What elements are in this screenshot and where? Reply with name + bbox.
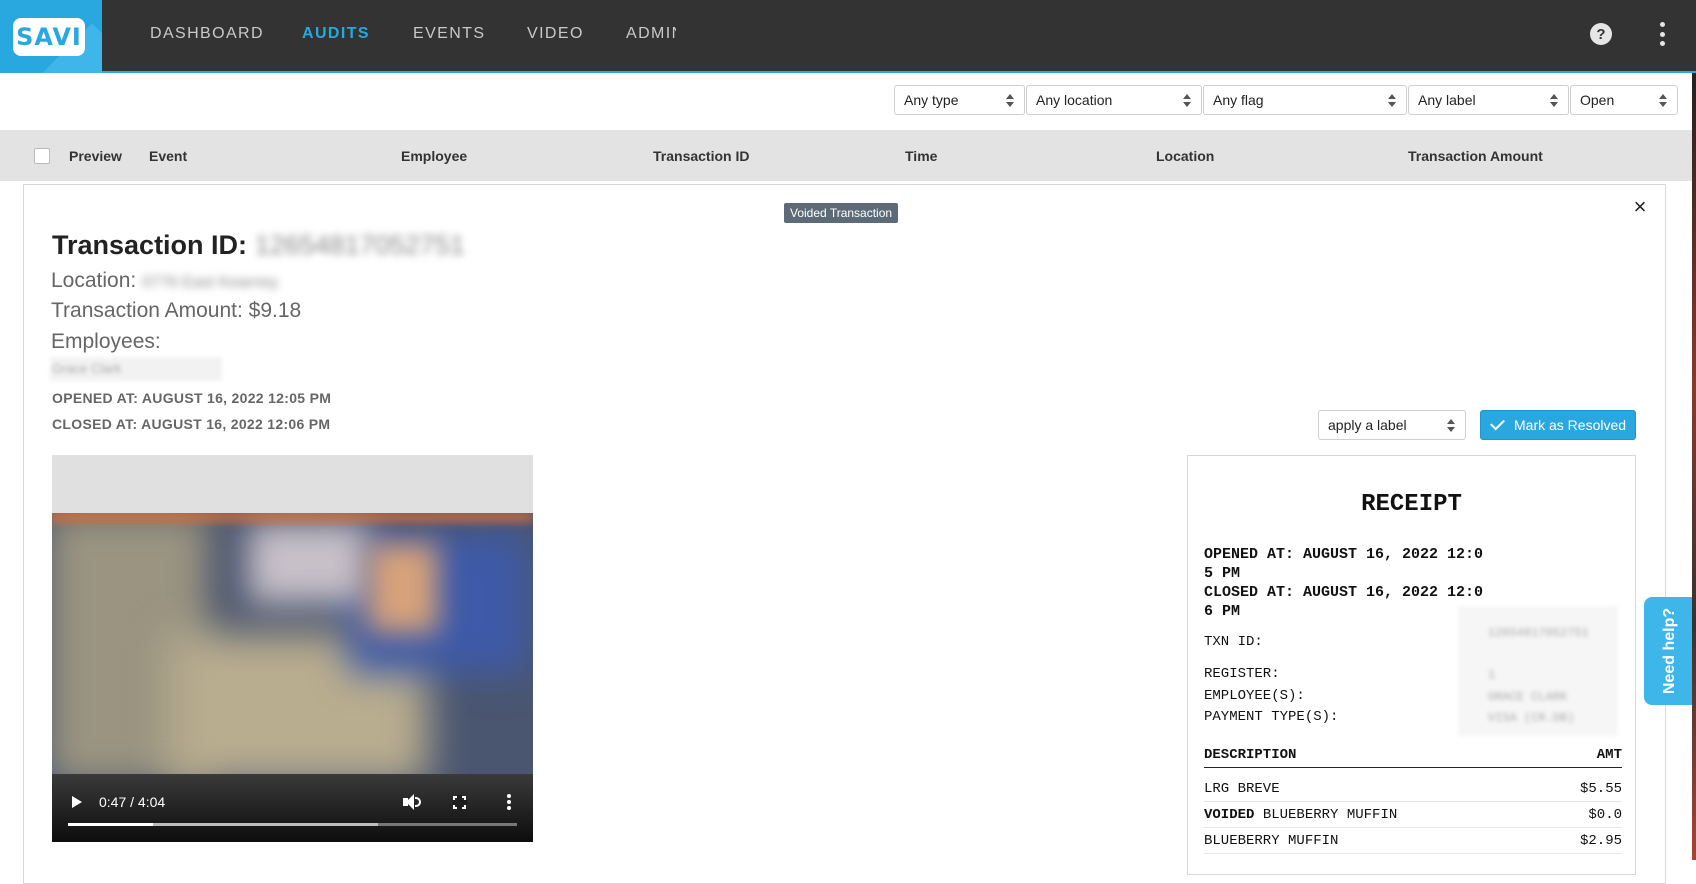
- receipt-item-amount: $5.55: [1579, 781, 1622, 797]
- nav-audits[interactable]: AUDITS: [302, 25, 370, 43]
- receipt-item-name: BLUEBERRY MUFFIN: [1204, 833, 1339, 849]
- receipt-item-name: LRG BREVE: [1204, 781, 1280, 797]
- receipt-item-amount: $2.95: [1579, 833, 1622, 849]
- select-arrows-icon: [1006, 94, 1014, 107]
- logo[interactable]: SAVI: [0, 0, 102, 73]
- video-controls: 0:47 / 4:04: [52, 774, 533, 842]
- receipt-opened-line2: 5 PM: [1204, 565, 1241, 582]
- column-preview[interactable]: Preview: [69, 148, 122, 164]
- label-filter-value: Any label: [1418, 92, 1476, 108]
- closed-at: CLOSED AT: AUGUST 16, 2022 12:06 PM: [52, 416, 331, 432]
- status-filter-value: Open: [1580, 92, 1615, 108]
- select-arrows-icon: [1659, 94, 1667, 107]
- transaction-amount: Transaction Amount: $9.18: [51, 299, 302, 322]
- receipt-item-row: BLUEBERRY MUFFIN $2.95: [1204, 828, 1622, 854]
- employees-label: Employees:: [51, 330, 161, 353]
- video-menu-icon[interactable]: [507, 794, 511, 810]
- receipt-register-label: REGISTER:: [1204, 666, 1280, 682]
- flag-filter-value: Any flag: [1213, 92, 1264, 108]
- column-transaction-id[interactable]: Transaction ID: [653, 148, 749, 164]
- receipt-register-value: 1: [1488, 668, 1496, 682]
- nav-overflow-mask: [676, 0, 706, 71]
- receipt-item-row: LRG BREVE $5.55: [1204, 776, 1622, 802]
- help-icon[interactable]: ?: [1590, 23, 1612, 45]
- location-label: Location:: [51, 269, 137, 292]
- select-arrows-icon: [1447, 419, 1455, 432]
- location-value: 0776 East Kearney: [142, 274, 279, 291]
- receipt-item-amount: $0.0: [1588, 807, 1622, 823]
- receipt-description-header: DESCRIPTION: [1204, 747, 1297, 763]
- receipt-txn-label: TXN ID:: [1204, 634, 1263, 650]
- video-time: 0:47 / 4:04: [99, 794, 166, 810]
- nav-events[interactable]: EVENTS: [413, 25, 485, 43]
- employee-name: Grace Clark: [50, 357, 222, 381]
- more-options-icon[interactable]: [1658, 22, 1666, 46]
- receipt-closed-line2: 6 PM: [1204, 603, 1241, 620]
- receipt-opened-line1: OPENED AT: AUGUST 16, 2022 12:0: [1204, 546, 1484, 563]
- column-employee[interactable]: Employee: [401, 148, 467, 164]
- nav-video[interactable]: VIDEO: [527, 25, 584, 43]
- close-icon[interactable]: ×: [1630, 196, 1650, 218]
- flag-filter-select[interactable]: Any flag: [1203, 85, 1407, 115]
- opened-at: OPENED AT: AUGUST 16, 2022 12:05 PM: [52, 390, 332, 406]
- table-header: Preview Event Employee Transaction ID Ti…: [0, 130, 1692, 181]
- top-navigation: SAVI DASHBOARD AUDITS EVENTS VIDEO ADMIN…: [0, 0, 1696, 73]
- receipt-items-header: DESCRIPTION AMT: [1204, 747, 1622, 768]
- need-help-tab[interactable]: Need help?: [1644, 597, 1696, 705]
- video-frame[interactable]: [52, 513, 533, 783]
- check-icon: [1490, 415, 1505, 431]
- transaction-title-prefix: Transaction ID:: [52, 230, 248, 260]
- receipt-payment-value: VISA (CR.DB): [1488, 711, 1575, 725]
- apply-label-select[interactable]: apply a label: [1318, 410, 1466, 440]
- video-played-bar: [68, 823, 154, 826]
- nav-dashboard[interactable]: DASHBOARD: [150, 25, 264, 43]
- receipt-item-name: BLUEBERRY MUFFIN: [1262, 807, 1398, 823]
- receipt-txn-value: 12654817052751: [1488, 626, 1589, 640]
- receipt: RECEIPT OPENED AT: AUGUST 16, 2022 12:0 …: [1187, 455, 1636, 875]
- column-time[interactable]: Time: [905, 148, 937, 164]
- select-all-checkbox[interactable]: [34, 148, 50, 164]
- type-filter-value: Any type: [904, 92, 959, 108]
- receipt-amount-header: AMT: [1596, 747, 1622, 763]
- select-arrows-icon: [1183, 94, 1191, 107]
- select-arrows-icon: [1388, 94, 1396, 107]
- receipt-employees-label: EMPLOYEE(S):: [1204, 688, 1305, 704]
- column-event[interactable]: Event: [149, 148, 187, 164]
- receipt-closed-line1: CLOSED AT: AUGUST 16, 2022 12:0: [1204, 584, 1484, 601]
- logo-badge: SAVI: [13, 18, 85, 56]
- voided-transaction-badge: Voided Transaction: [784, 203, 899, 223]
- logo-text: SAVI: [16, 23, 82, 51]
- fullscreen-icon[interactable]: [452, 795, 467, 810]
- mark-as-resolved-button[interactable]: Mark as Resolved: [1480, 410, 1636, 440]
- need-help-label: Need help?: [1661, 607, 1678, 695]
- receipt-employees-value: GRACE CLARK: [1488, 690, 1568, 704]
- label-filter-select[interactable]: Any label: [1408, 85, 1569, 115]
- transaction-id-value: 12654817052751: [254, 230, 465, 260]
- column-location[interactable]: Location: [1156, 148, 1214, 164]
- window-edge: [1692, 73, 1696, 860]
- type-filter-select[interactable]: Any type: [894, 85, 1025, 115]
- receipt-item-row: VOIDED BLUEBERRY MUFFIN $0.0: [1204, 802, 1622, 828]
- status-filter-select[interactable]: Open: [1570, 85, 1678, 115]
- location-info: Location: 0776 East Kearney: [51, 269, 278, 293]
- apply-label-value: apply a label: [1328, 417, 1407, 433]
- location-filter-select[interactable]: Any location: [1026, 85, 1202, 115]
- location-filter-value: Any location: [1036, 92, 1113, 108]
- video-progress-bar[interactable]: [68, 823, 517, 826]
- receipt-payment-label: PAYMENT TYPE(S):: [1204, 709, 1339, 725]
- mark-as-resolved-label: Mark as Resolved: [1514, 417, 1627, 433]
- receipt-item-prefix: VOIDED: [1204, 807, 1255, 823]
- receipt-title: RECEIPT: [1361, 491, 1462, 518]
- video-player[interactable]: 0:47 / 4:04: [52, 455, 533, 842]
- column-transaction-amount[interactable]: Transaction Amount: [1408, 148, 1543, 164]
- select-arrows-icon: [1550, 94, 1558, 107]
- transaction-title: Transaction ID: 12654817052751: [52, 230, 465, 261]
- volume-icon[interactable]: [403, 794, 421, 810]
- play-icon[interactable]: [72, 796, 82, 808]
